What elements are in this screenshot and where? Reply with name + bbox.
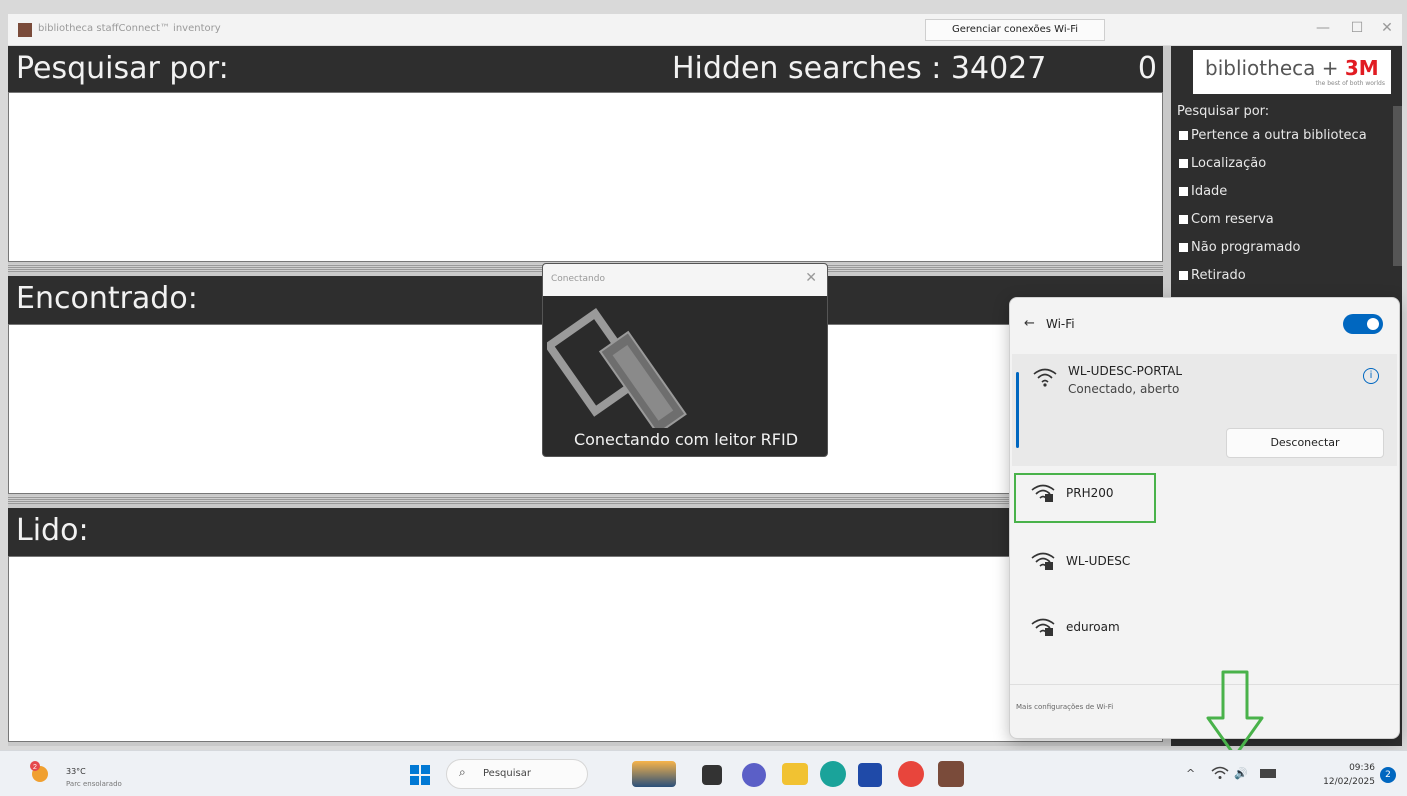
minimize-button[interactable]: —: [1308, 20, 1338, 36]
filter-checkbox-other-library[interactable]: Pertence a outra biblioteca: [1179, 128, 1367, 143]
connected-network-card[interactable]: WL-UDESC-PORTAL Conectado, aberto i Desc…: [1012, 354, 1397, 466]
clock-date[interactable]: 12/02/2025: [1298, 777, 1375, 787]
logo-text: bibliotheca: [1205, 56, 1316, 80]
info-icon[interactable]: i: [1363, 368, 1379, 384]
filter-scrollbar[interactable]: [1393, 106, 1402, 266]
checkbox-icon[interactable]: [1179, 243, 1188, 252]
taskbar: 2 33°C Parc ensolarado ⌕ Pesquisar ^ 🔊 0…: [0, 750, 1407, 796]
wifi-flyout-footer: Mais configurações de Wi-Fi: [1010, 684, 1399, 738]
network-row-eduroam[interactable]: eduroam: [1010, 600, 1399, 656]
highlight-box: [1014, 473, 1156, 523]
weather-description: Parc ensolarado: [66, 780, 122, 788]
search-icon: ⌕: [459, 765, 466, 779]
window-titlebar[interactable]: bibliotheca staffConnect™ inventory Gere…: [8, 14, 1402, 46]
search-count: 0: [1137, 51, 1157, 86]
disconnect-button[interactable]: Desconectar: [1226, 428, 1384, 458]
notification-badge[interactable]: 2: [1380, 767, 1396, 783]
chrome-icon[interactable]: [898, 761, 924, 787]
more-wifi-settings-link[interactable]: Mais configurações de Wi-Fi: [1016, 703, 1113, 711]
filter-checkbox-not-scheduled[interactable]: Não programado: [1179, 240, 1300, 255]
read-section-header: Lido:: [8, 508, 1163, 556]
checkbox-icon[interactable]: [1179, 159, 1188, 168]
filter-checkbox-location[interactable]: Localização: [1179, 156, 1266, 171]
logo-3m: 3M: [1344, 56, 1379, 80]
checkbox-icon[interactable]: [1179, 215, 1188, 224]
search-section-header: Pesquisar por: Hidden searches : 34027 0: [8, 46, 1163, 92]
weather-icon[interactable]: 2: [28, 760, 52, 784]
checkbox-icon[interactable]: [1179, 131, 1188, 140]
wifi-flyout-header: ← Wi-Fi: [1010, 298, 1399, 350]
task-view-icon[interactable]: [702, 765, 722, 785]
back-arrow-icon[interactable]: ←: [1024, 316, 1035, 331]
tray-wifi-icon[interactable]: [1210, 765, 1230, 781]
maximize-button[interactable]: ☐: [1342, 20, 1372, 36]
weather-temp: 33°C: [66, 767, 86, 776]
connected-network-name: WL-UDESC-PORTAL: [1068, 364, 1183, 378]
edge-browser-icon[interactable]: [820, 761, 846, 787]
found-section-label: Encontrado:: [16, 281, 198, 316]
filter-checkbox-checked-out[interactable]: Retirado: [1179, 268, 1246, 283]
checkbox-icon[interactable]: [1179, 187, 1188, 196]
chat-icon[interactable]: [742, 763, 766, 787]
taskbar-search[interactable]: ⌕ Pesquisar: [446, 759, 588, 789]
annotation-arrow-icon: [1206, 670, 1264, 758]
wifi-toggle[interactable]: [1343, 314, 1383, 334]
file-explorer-icon[interactable]: [782, 763, 808, 785]
close-button[interactable]: ✕: [1372, 20, 1402, 36]
read-list[interactable]: [8, 556, 1163, 742]
network-name: WL-UDESC: [1066, 554, 1131, 568]
rfid-reader-icon: [547, 307, 687, 428]
widgets-icon[interactable]: [632, 761, 676, 787]
clock-time[interactable]: 09:36: [1335, 763, 1375, 773]
search-section-label: Pesquisar por:: [16, 51, 229, 86]
logo-plus: +: [1315, 56, 1345, 80]
dialog-close-button[interactable]: ✕: [805, 270, 817, 286]
windows-start-icon[interactable]: [410, 765, 430, 785]
tray-volume-icon[interactable]: 🔊: [1234, 767, 1248, 780]
hidden-searches-label: Hidden searches : 34027: [672, 51, 1047, 86]
store-icon[interactable]: [858, 763, 882, 787]
logo-tagline: the best of both worlds: [1315, 80, 1385, 87]
tray-chevron-icon[interactable]: ^: [1186, 767, 1195, 780]
weather-badge: 2: [33, 764, 37, 771]
wifi-secured-icon: [1031, 618, 1055, 636]
active-indicator: [1016, 372, 1019, 448]
dialog-message: Conectando com leitor RFID: [573, 430, 799, 449]
checkbox-icon[interactable]: [1179, 271, 1188, 280]
wifi-signal-icon: [1033, 368, 1057, 387]
connecting-dialog: Conectando ✕ Conectando com leitor RFID: [542, 263, 828, 457]
read-section-label: Lido:: [16, 513, 89, 548]
filter-title: Pesquisar por:: [1177, 104, 1270, 119]
tray-battery-icon[interactable]: [1260, 769, 1276, 778]
splitter-2[interactable]: [8, 496, 1163, 504]
filter-checkbox-age[interactable]: Idade: [1179, 184, 1227, 199]
wifi-title: Wi-Fi: [1046, 317, 1075, 331]
app-icon: [18, 23, 32, 37]
search-list[interactable]: [8, 92, 1163, 262]
search-placeholder: Pesquisar: [483, 768, 531, 779]
network-name: eduroam: [1066, 620, 1120, 634]
wifi-tooltip: Gerenciar conexões Wi-Fi: [925, 19, 1105, 41]
dialog-title: Conectando: [551, 274, 605, 284]
bibliotheca-app-icon[interactable]: [938, 761, 964, 787]
dialog-titlebar: Conectando ✕: [543, 264, 827, 296]
network-row-wl-udesc[interactable]: WL-UDESC: [1010, 534, 1399, 590]
bibliotheca-logo: bibliotheca + 3M the best of both worlds: [1193, 50, 1391, 94]
window-title: bibliotheca staffConnect™ inventory: [38, 23, 221, 34]
filter-checkbox-reserved[interactable]: Com reserva: [1179, 212, 1274, 227]
connected-network-status: Conectado, aberto: [1068, 382, 1180, 396]
wifi-secured-icon: [1031, 552, 1055, 570]
